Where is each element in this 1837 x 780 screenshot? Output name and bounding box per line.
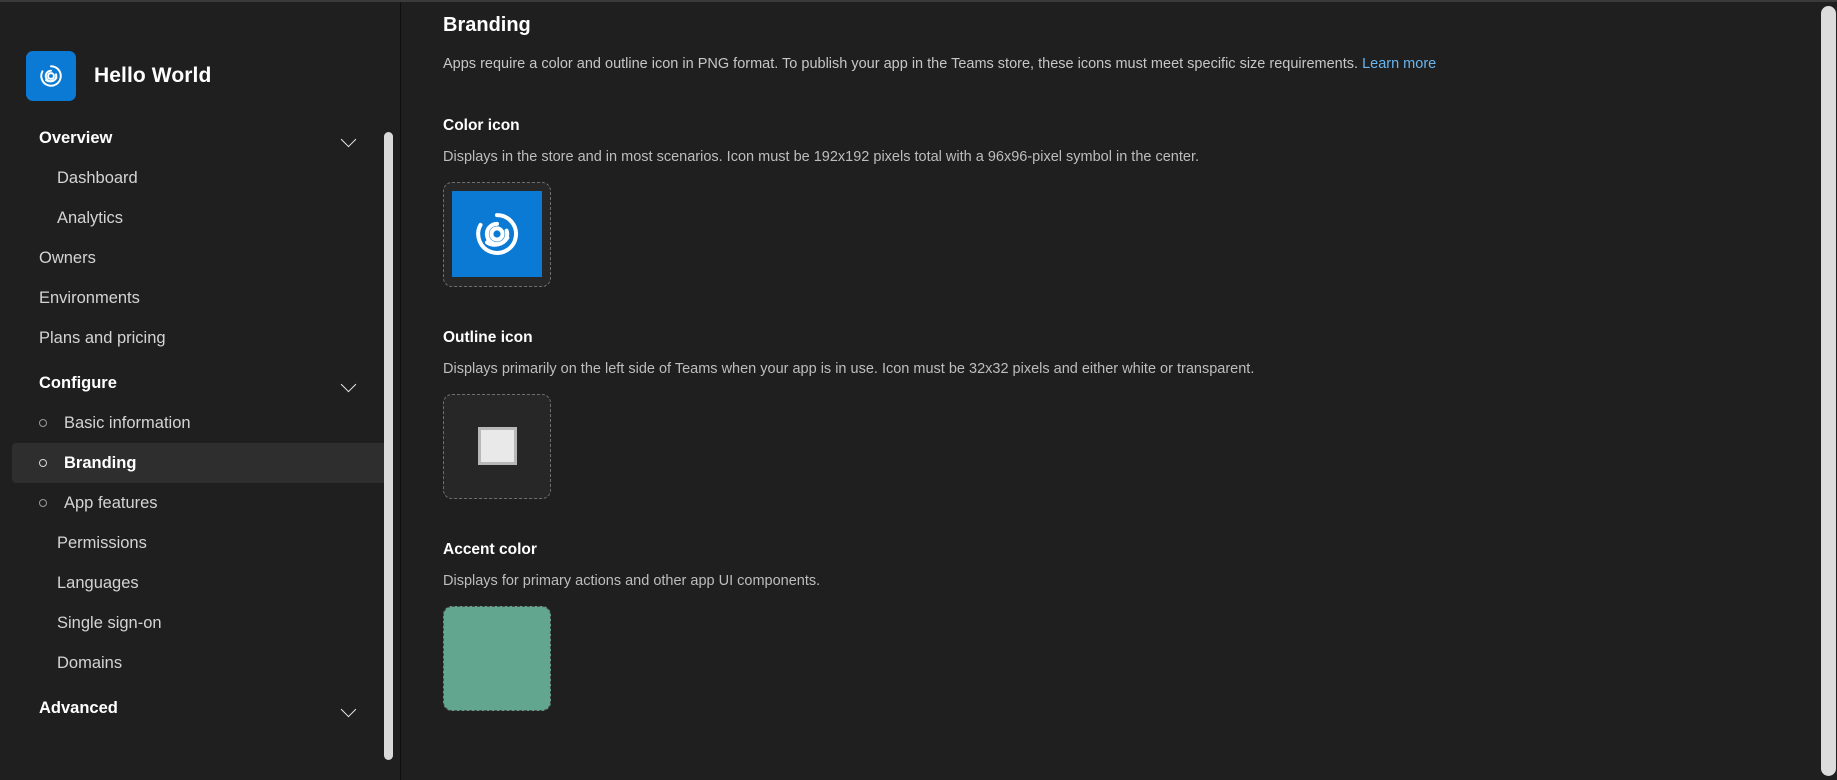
sidebar-item-label: Permissions	[57, 533, 147, 552]
sidebar-group-configure-label: Configure	[39, 373, 117, 392]
section-outline-icon-description: Displays primarily on the left side of T…	[443, 360, 1255, 377]
sidebar-item-label: Basic information	[64, 413, 191, 432]
color-icon-tile	[452, 191, 542, 278]
main-scrollbar[interactable]	[1820, 2, 1837, 780]
sidebar-nav: Overview Dashboard Analytics Owners Envi…	[0, 110, 400, 728]
sidebar-item-label: Plans and pricing	[39, 328, 166, 347]
sidebar-item-owners[interactable]: Owners	[12, 238, 388, 278]
page-description-text: Apps require a color and outline icon in…	[443, 56, 1359, 72]
sidebar-scrollbar[interactable]	[384, 94, 393, 780]
chevron-down-icon[interactable]	[341, 133, 358, 144]
bullet-circle-icon	[39, 459, 47, 467]
chevron-down-icon[interactable]	[341, 703, 358, 714]
sidebar-group-configure[interactable]: Configure	[12, 363, 388, 403]
accent-color-swatch[interactable]	[443, 605, 551, 711]
bullet-circle-icon	[39, 419, 47, 427]
main-content: Branding Apps require a color and outlin…	[401, 2, 1837, 780]
sidebar-item-domains[interactable]: Domains	[12, 643, 388, 683]
sidebar-item-environments[interactable]: Environments	[12, 278, 388, 318]
sidebar-item-app-features[interactable]: App features	[12, 483, 388, 523]
sidebar-item-basic-information[interactable]: Basic information	[12, 403, 388, 443]
section-outline-icon-title: Outline icon	[443, 328, 533, 346]
sidebar-group-overview[interactable]: Overview	[12, 118, 388, 158]
bullet-circle-icon	[39, 499, 47, 507]
color-icon-upload-preview[interactable]	[443, 181, 551, 287]
spiral-swirl-icon	[476, 213, 518, 255]
sidebar-item-label: Analytics	[57, 208, 124, 227]
section-accent-color-description: Displays for primary actions and other a…	[443, 572, 821, 589]
sidebar-item-languages[interactable]: Languages	[12, 563, 388, 603]
white-square-outline-icon	[477, 427, 517, 466]
spiral-swirl-icon	[40, 65, 62, 87]
sidebar-item-label: Branding	[64, 453, 137, 472]
sidebar-item-label: Domains	[57, 653, 123, 672]
sidebar-item-single-sign-on[interactable]: Single sign-on	[12, 603, 388, 643]
section-color-icon-description: Displays in the store and in most scenar…	[443, 148, 1200, 165]
sidebar: Hello World Overview Dashboard Analytics…	[0, 2, 401, 780]
sidebar-item-plans-and-pricing[interactable]: Plans and pricing	[12, 318, 388, 358]
sidebar-item-branding[interactable]: Branding	[12, 443, 388, 483]
sidebar-item-dashboard[interactable]: Dashboard	[12, 158, 388, 198]
section-accent-color-title: Accent color	[443, 540, 537, 558]
section-accent-color: Accent color Displays for primary action…	[443, 541, 1837, 711]
sidebar-item-label: Owners	[39, 248, 96, 267]
section-outline-icon: Outline icon Displays primarily on the l…	[443, 329, 1837, 499]
page-description: Apps require a color and outline icon in…	[443, 55, 1837, 75]
app-window: Hello World Overview Dashboard Analytics…	[0, 0, 1837, 780]
app-logo	[26, 51, 76, 101]
sidebar-item-label: Single sign-on	[57, 613, 162, 632]
app-name: Hello World	[94, 64, 212, 87]
sidebar-item-label: Languages	[57, 573, 139, 592]
section-color-icon: Color icon Displays in the store and in …	[443, 117, 1837, 287]
sidebar-item-analytics[interactable]: Analytics	[12, 198, 388, 238]
sidebar-group-advanced-label: Advanced	[39, 698, 118, 717]
section-color-icon-title: Color icon	[443, 116, 520, 134]
sidebar-item-permissions[interactable]: Permissions	[12, 523, 388, 563]
sidebar-item-label: Environments	[39, 288, 140, 307]
sidebar-item-label: Dashboard	[57, 168, 138, 187]
chevron-down-icon[interactable]	[341, 378, 358, 389]
outline-icon-upload-preview[interactable]	[443, 393, 551, 499]
learn-more-link[interactable]: Learn more	[1362, 56, 1436, 72]
sidebar-item-label: App features	[64, 493, 158, 512]
app-brand-header: Hello World	[0, 2, 400, 110]
sidebar-group-overview-label: Overview	[39, 128, 113, 147]
main-scrollbar-thumb[interactable]	[1821, 6, 1836, 776]
sidebar-group-advanced[interactable]: Advanced	[12, 688, 388, 728]
page-title: Branding	[443, 14, 531, 36]
sidebar-scrollbar-thumb[interactable]	[384, 132, 393, 760]
